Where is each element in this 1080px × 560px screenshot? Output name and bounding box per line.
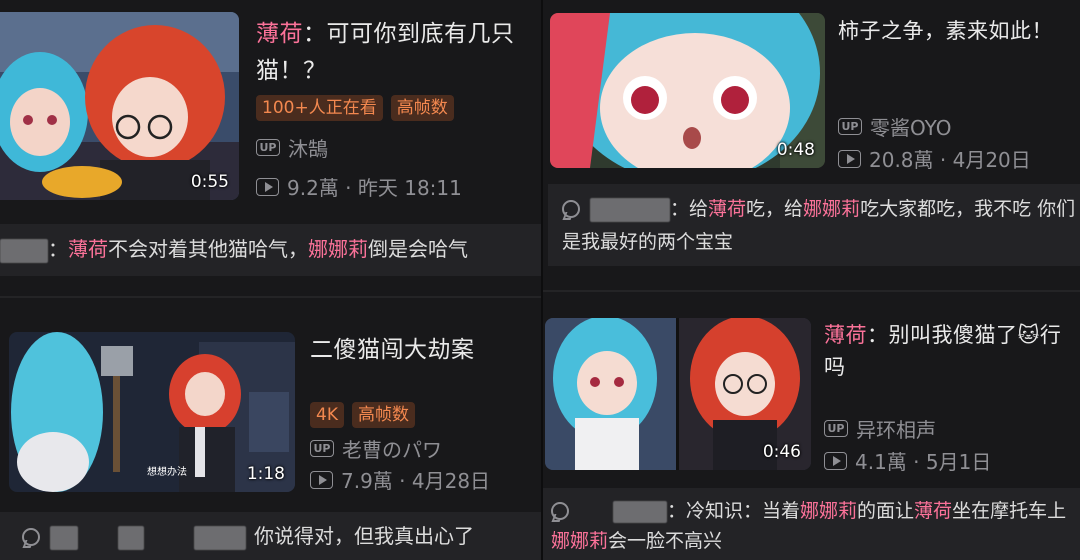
blurred-username (194, 525, 246, 550)
stats-row: 20.8萬 · 4月20日 (838, 144, 1031, 173)
video-duration: 1:18 (246, 464, 285, 484)
comment-text: 吃大家都吃，我不吃 你们 (860, 198, 1076, 220)
views-and-date: 20.8萬 · 4月20日 (869, 148, 1031, 172)
left-screenshot-panel: 0:55 薄荷：可可你到底有几只猫！？ 100+人正在看 高帧数 UP 沐鵠 9… (0, 0, 541, 560)
video-thumbnail[interactable]: 0:48 (550, 13, 825, 168)
up-badge-icon: UP (824, 420, 848, 437)
up-badge-icon: UP (256, 139, 280, 156)
tag-high-framerate: 高帧数 (390, 95, 454, 121)
uploader-name: 零酱OYO (870, 116, 952, 140)
video-title[interactable]: 薄荷：可可你到底有几只猫！？ (256, 16, 541, 90)
up-badge-icon: UP (838, 118, 862, 135)
stats-row: 7.9萬 · 4月28日 (310, 465, 490, 494)
blurred-username (50, 525, 78, 550)
comment-text: ：给 (670, 198, 709, 220)
comment-colon: ： (48, 237, 68, 261)
section-divider (0, 296, 541, 298)
uploader-name: 老曹のパワ (342, 438, 442, 462)
comment-text: 吃，给 (746, 198, 804, 220)
comment-name-mint: 薄荷 (914, 500, 953, 522)
comment-name-nanali: 娜娜莉 (308, 237, 368, 261)
video-tags: 100+人正在看 高帧数 (256, 95, 454, 121)
video-title[interactable]: 柿子之争，素来如此！ (838, 13, 1078, 53)
comment-text: 的面让 (857, 500, 915, 522)
blurred-username (613, 500, 667, 523)
comment-bubble-icon (562, 200, 580, 218)
uploader-row[interactable]: UP 老曹のパワ (310, 434, 442, 463)
comment-banner[interactable]: 你说得对，但我真出心了 (0, 512, 541, 560)
comment-text: ：冷知识：当着 (667, 500, 801, 522)
section-divider (543, 290, 1080, 292)
comment-name-nanali: 娜娜莉 (800, 500, 858, 522)
comment-banner[interactable]: ：给薄荷吃，给娜娜莉吃大家都吃，我不吃 你们 是我最好的两个宝宝 (548, 184, 1080, 266)
comment-banner[interactable]: ：冷知识：当着娜娜莉的面让薄荷坐在摩托车上 娜娜莉会一脸不高兴 (543, 488, 1080, 560)
uploader-row[interactable]: UP 零酱OYO (838, 112, 952, 141)
comment-bubble-icon (551, 502, 569, 520)
blurred-username (590, 197, 670, 222)
title-character-name: 薄荷 (824, 323, 867, 347)
video-card-silly-cat[interactable]: 0:46 薄荷：别叫我傻猫了🐱行吗 UP 异环相声 4.1萬 · 5月1日 (543, 316, 1080, 476)
right-screenshot-panel: 0:48 柿子之争，素来如此！ UP 零酱OYO 20.8萬 · 4月20日 ：… (541, 0, 1080, 560)
video-title[interactable]: 薄荷：别叫我傻猫了🐱行吗 (824, 319, 1078, 393)
video-thumbnail[interactable]: 0:46 (545, 318, 811, 470)
comment-name-nanali: 娜娜莉 (803, 198, 861, 220)
comment-text: 坐在摩托车上 (952, 500, 1067, 522)
play-count-icon (824, 451, 847, 470)
uploader-row[interactable]: UP 沐鵠 (256, 133, 328, 162)
tag-live-viewers: 100+人正在看 (256, 95, 383, 121)
tag-4k: 4K (310, 402, 344, 428)
video-duration: 0:55 (190, 172, 229, 192)
comment-text: 不会对着其他猫哈气， (108, 237, 308, 261)
stats-row: 4.1萬 · 5月1日 (824, 446, 991, 475)
up-badge-icon: UP (310, 440, 334, 457)
comment-text-line2: 是我最好的两个宝宝 (562, 231, 734, 253)
play-count-icon (256, 177, 279, 196)
blurred-username (118, 525, 144, 550)
video-card-heist[interactable]: 想想办法 1:18 二傻猫闯大劫案 4K 高帧数 UP 老曹のパワ 7.9萬 ·… (0, 330, 541, 500)
play-count-icon (310, 470, 333, 489)
video-duration: 0:46 (762, 442, 801, 462)
comment-text: 倒是会哈气 (368, 237, 468, 261)
video-card-persimmon[interactable]: 0:48 柿子之争，素来如此！ UP 零酱OYO 20.8萬 · 4月20日 (543, 0, 1080, 180)
uploader-name: 沐鵠 (288, 137, 328, 161)
tag-high-framerate: 高帧数 (351, 402, 415, 428)
comment-name-mint: 薄荷 (68, 237, 108, 261)
video-thumbnail[interactable]: 想想办法 1:18 (9, 332, 295, 492)
comment-bubble-icon (22, 528, 40, 546)
views-and-date: 4.1萬 · 5月1日 (855, 450, 992, 474)
views-and-date: 9.2萬 · 昨天 18:11 (287, 176, 462, 200)
comment-text: 你说得对，但我真出心了 (254, 524, 474, 548)
stats-row: 9.2萬 · 昨天 18:11 (256, 172, 462, 201)
video-tags: 4K 高帧数 (310, 402, 415, 428)
blurred-username (0, 238, 48, 263)
play-count-icon (838, 149, 861, 168)
comment-name-mint: 薄荷 (708, 198, 747, 220)
comment-text: 会一脸不高兴 (608, 530, 723, 552)
comment-banner[interactable]: ：薄荷不会对着其他猫哈气，娜娜莉倒是会哈气 (0, 224, 541, 276)
comment-name-nanali: 娜娜莉 (551, 530, 609, 552)
uploader-name: 异环相声 (856, 418, 936, 442)
uploader-row[interactable]: UP 异环相声 (824, 414, 936, 443)
video-thumbnail[interactable]: 0:55 (0, 12, 239, 200)
video-duration: 0:48 (776, 140, 815, 160)
thumbnail-subtitle: 想想办法 (147, 467, 187, 478)
views-and-date: 7.9萬 · 4月28日 (341, 469, 491, 493)
title-character-name: 薄荷 (256, 21, 303, 47)
video-title[interactable]: 二傻猫闯大劫案 (310, 332, 541, 372)
video-card-mint-cats[interactable]: 0:55 薄荷：可可你到底有几只猫！？ 100+人正在看 高帧数 UP 沐鵠 9… (0, 0, 541, 205)
